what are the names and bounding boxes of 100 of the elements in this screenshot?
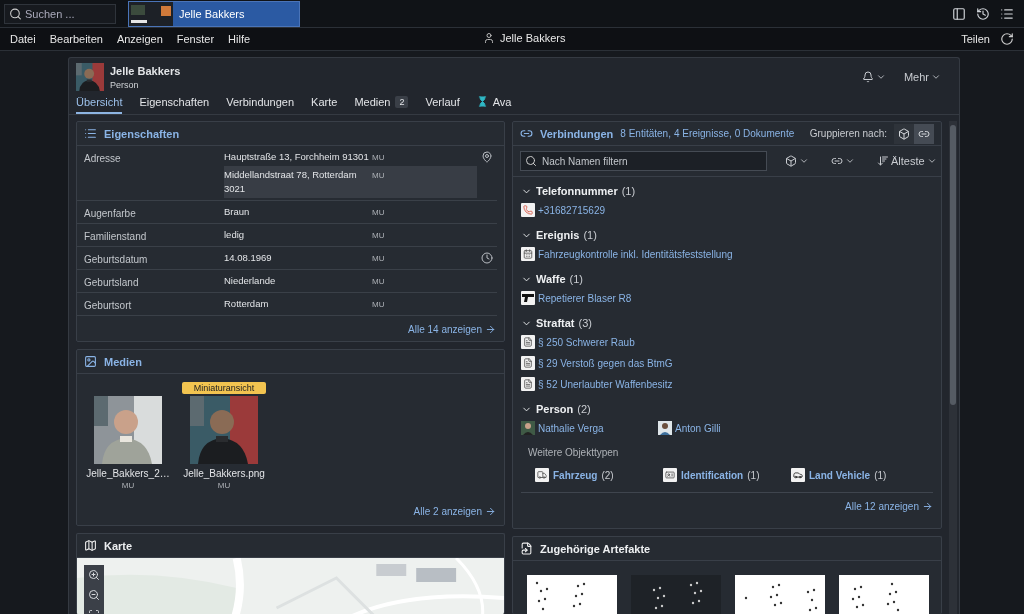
summary-link[interactable]: 4 Ereignisse,: [673, 128, 732, 139]
panel-title: Zugehörige Artefakte: [540, 542, 651, 555]
caret-icon: [845, 156, 855, 166]
refresh-icon[interactable]: [1000, 32, 1014, 46]
caret-icon: [875, 72, 886, 82]
filter-field[interactable]: Nach Namen filtern: [520, 151, 767, 171]
menu-item[interactable]: Hilfe: [228, 33, 251, 45]
source-label: MU: [372, 299, 386, 311]
more-button[interactable]: Mehr: [903, 71, 941, 83]
tab[interactable]: Verlauf: [425, 91, 460, 114]
car-icon: [791, 468, 805, 482]
map-pin-icon: [481, 151, 493, 163]
file-name[interactable]: Jelle_Bakkers.png: [183, 468, 265, 479]
tab[interactable]: Übersicht: [76, 91, 123, 114]
panel-title: Eigenschaften: [104, 127, 180, 140]
property-value: Niederlande: [224, 274, 277, 288]
link-button[interactable]: [914, 123, 934, 144]
source-label: MU: [372, 207, 386, 219]
object-type-link[interactable]: Fahrzeug (2): [535, 468, 663, 482]
group-header[interactable]: Straftat (3): [521, 317, 592, 329]
object-type-link[interactable]: Land Vehicle (1): [791, 468, 919, 482]
property-value: 14.08.1969: [224, 251, 273, 265]
property-label: Familienstand: [84, 230, 148, 242]
document-icon: [521, 356, 535, 370]
truck-icon: [535, 468, 549, 482]
entity-link[interactable]: § 250 Schwerer Raub: [521, 335, 635, 349]
pistol-icon: [521, 291, 535, 305]
search-field[interactable]: Suchen ...: [4, 3, 116, 24]
source-label: MU: [372, 152, 386, 164]
group-header[interactable]: Person (2): [521, 403, 591, 415]
scrollbar[interactable]: [949, 121, 957, 614]
menu-item[interactable]: Bearbeiten: [49, 33, 103, 45]
group-header[interactable]: Ereignis (1): [521, 229, 597, 241]
group-by-label: Gruppieren nach:: [809, 128, 887, 139]
file-name[interactable]: Jelle_Bakkers_2…: [86, 468, 170, 479]
entity-link[interactable]: Repetierer Blaser R8: [521, 291, 632, 305]
entity-name: Jelle Bakkers: [110, 64, 181, 77]
property-value: Braun: [224, 205, 251, 219]
show-all-link[interactable]: Alle 14 anzeigen: [408, 324, 496, 335]
menu-item[interactable]: Anzeigen: [116, 33, 163, 45]
clock-icon: [481, 252, 493, 264]
entity-link[interactable]: § 52 Unerlaubter Waffenbesitz: [521, 377, 673, 391]
tab[interactable]: Eigenschaften: [139, 91, 210, 114]
calendar-icon: [521, 247, 535, 261]
summary-link[interactable]: 8 Entitäten,: [620, 128, 671, 139]
map-icon: [84, 539, 97, 552]
caret-icon: [931, 72, 941, 82]
cube-icon: [785, 155, 797, 167]
link-icon: [831, 155, 843, 167]
tab[interactable]: Medien 2: [354, 91, 409, 114]
property-value: Rotterdam: [224, 297, 270, 311]
cube-button[interactable]: [894, 123, 914, 144]
phone-icon: [521, 203, 535, 217]
source-label: MU: [372, 170, 386, 182]
document-icon: [521, 335, 535, 349]
source-label: MU: [217, 481, 231, 490]
menu-item[interactable]: Datei: [10, 33, 36, 45]
group-header[interactable]: Telefonnummer (1): [521, 185, 636, 197]
id-card-icon: [663, 468, 677, 482]
menu-item[interactable]: Fenster: [176, 33, 215, 45]
count-badge: 2: [395, 95, 409, 108]
group-header[interactable]: Waffe (1): [521, 273, 583, 285]
list-icon: [84, 127, 97, 140]
property-label: Geburtsdatum: [84, 253, 149, 265]
notification-button[interactable]: [861, 71, 886, 83]
tab[interactable]: Verbindungen: [226, 91, 295, 114]
source-label: MU: [372, 276, 386, 288]
caret-icon: [799, 156, 809, 166]
property-label: Adresse: [84, 152, 122, 164]
entity-link[interactable]: Nathalie Verga: [521, 421, 658, 435]
arrow-right-icon: [922, 501, 933, 512]
tab[interactable]: Karte: [311, 91, 338, 114]
summary-link[interactable]: 0 Dokumente: [734, 128, 795, 139]
arrow-right-icon: [485, 324, 496, 335]
source-label: MU: [372, 230, 386, 242]
share-button[interactable]: Teilen: [961, 33, 990, 45]
history-icon[interactable]: [976, 6, 990, 21]
sort-button[interactable]: Älteste: [873, 155, 941, 167]
document-icon: [521, 377, 535, 391]
layout-icon[interactable]: [952, 6, 966, 21]
zoom-in-icon: [88, 569, 100, 581]
entity-link[interactable]: § 29 Verstoß gegen das BtmG: [521, 356, 673, 370]
source-label: MU: [372, 253, 386, 265]
entity-link[interactable]: Fahrzeugkontrolle inkl. Identitätsfeststellung: [521, 247, 733, 261]
show-all-link[interactable]: Alle 2 anzeigen: [413, 506, 496, 517]
property-label: Geburtsort: [84, 299, 133, 311]
entity-link[interactable]: Anton Gilli: [658, 421, 795, 435]
tab[interactable]: Ava: [476, 91, 512, 114]
show-all-link[interactable]: Alle 12 anzeigen: [845, 501, 933, 512]
document-tab[interactable]: Jelle Bakkers: [128, 0, 300, 27]
property-value: Middellandstraat 78, Rotterdam 3021: [224, 168, 358, 196]
source-label: MU: [121, 481, 135, 490]
section-label: Weitere Objekttypen: [527, 447, 620, 458]
thumbnail-badge: Miniaturansicht: [181, 382, 267, 394]
object-type-link[interactable]: Identification (1): [663, 468, 791, 482]
entity-link[interactable]: +31682715629: [521, 203, 606, 217]
zoom-out-icon: [88, 589, 100, 601]
property-label: Augenfarbe: [84, 207, 137, 219]
link-icon: [520, 127, 533, 140]
list-icon[interactable]: [1000, 6, 1014, 21]
